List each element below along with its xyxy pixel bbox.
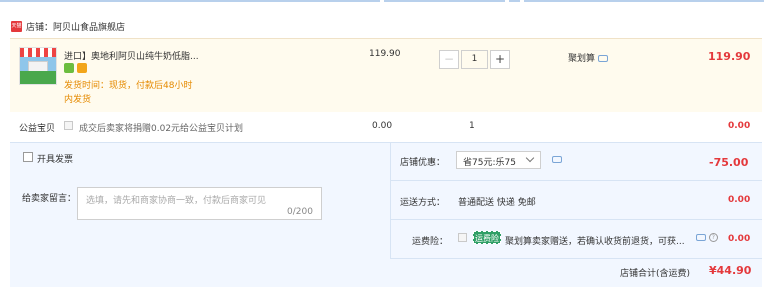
panel-divider — [390, 143, 391, 258]
row-divider — [390, 180, 762, 181]
help-icon[interactable]: ? — [708, 233, 718, 242]
shipping-amount: 0.00 — [728, 195, 751, 205]
insurance-icons: ? — [696, 233, 718, 243]
invoice-label[interactable]: 开具发票 — [37, 152, 73, 165]
charity-qty: 1 — [469, 121, 475, 131]
item-title[interactable]: 进口】奥地利阿贝山纯牛奶低脂... — [64, 49, 199, 62]
tmall-badge-icon: 天猫 — [11, 21, 22, 32]
increase-quantity-button[interactable]: + — [490, 50, 510, 69]
charity-text: 成交后卖家将捐赠0.02元给公益宝贝计划 — [79, 124, 244, 134]
charity-checkbox — [64, 121, 73, 130]
shop-name[interactable]: 店铺：阿贝山食品旗舰店 — [26, 20, 125, 33]
discount-chat-icon[interactable] — [552, 155, 562, 165]
top-tab-strip — [0, 0, 764, 3]
charity-total: 0.00 — [728, 121, 751, 131]
chat-icon[interactable] — [597, 55, 608, 62]
promotion: 聚划算 — [568, 51, 608, 64]
charity-price: 0.00 — [372, 121, 393, 131]
insurance-amount: 0.00 — [728, 234, 751, 244]
seven-day-return-icon — [64, 63, 74, 73]
shipping-note-line1: 发货时间：现货，付款后48小时 — [64, 81, 193, 91]
shipping-value: 普通配送 快递 免邮 — [458, 198, 536, 208]
row-divider — [390, 258, 762, 259]
grand-total-label: 店铺合计(含运费) — [620, 269, 691, 279]
credit-card-icon — [77, 63, 87, 73]
product-thumbnail[interactable] — [19, 47, 57, 85]
memo-label: 给卖家留言： — [22, 194, 77, 204]
insurance-text: 聚划算卖家赠送，若确认收货前退货，可获... — [505, 237, 685, 247]
unit-price: 119.90 — [369, 49, 401, 59]
item-total: 119.90 — [708, 50, 751, 63]
insurance-checkbox — [458, 233, 467, 242]
quantity-stepper: − 1 + — [439, 50, 511, 69]
quantity-field[interactable]: 1 — [461, 50, 488, 69]
chat-icon[interactable] — [696, 234, 706, 241]
memo-char-count: 0/200 — [287, 207, 313, 217]
shipping-note: 发货时间：现货，付款后48小时 内发货 — [64, 79, 192, 107]
memo-placeholder: 选填，请先和商家协商一致，付款后商家可见 — [86, 196, 267, 206]
decrease-quantity-button[interactable]: − — [439, 50, 459, 69]
chat-icon[interactable] — [552, 156, 562, 163]
insurance-label: 运费险： — [412, 237, 449, 247]
insurance-badge: 运费险 — [473, 231, 501, 244]
promotion-label: 聚划算 — [568, 54, 596, 64]
charity-label: 公益宝贝 — [19, 124, 56, 134]
shipping-label: 运送方式： — [400, 198, 446, 208]
grand-total: ¥44.90 — [709, 264, 752, 277]
item-badges — [64, 63, 90, 74]
shipping-note-line2: 内发货 — [64, 95, 92, 105]
shop-discount-value: 省75元:乐75 — [463, 158, 516, 168]
row-divider — [390, 219, 762, 220]
shop-discount-amount: -75.00 — [709, 156, 749, 169]
invoice-checkbox[interactable] — [23, 152, 33, 162]
shop-discount-label: 店铺优惠： — [400, 158, 446, 168]
